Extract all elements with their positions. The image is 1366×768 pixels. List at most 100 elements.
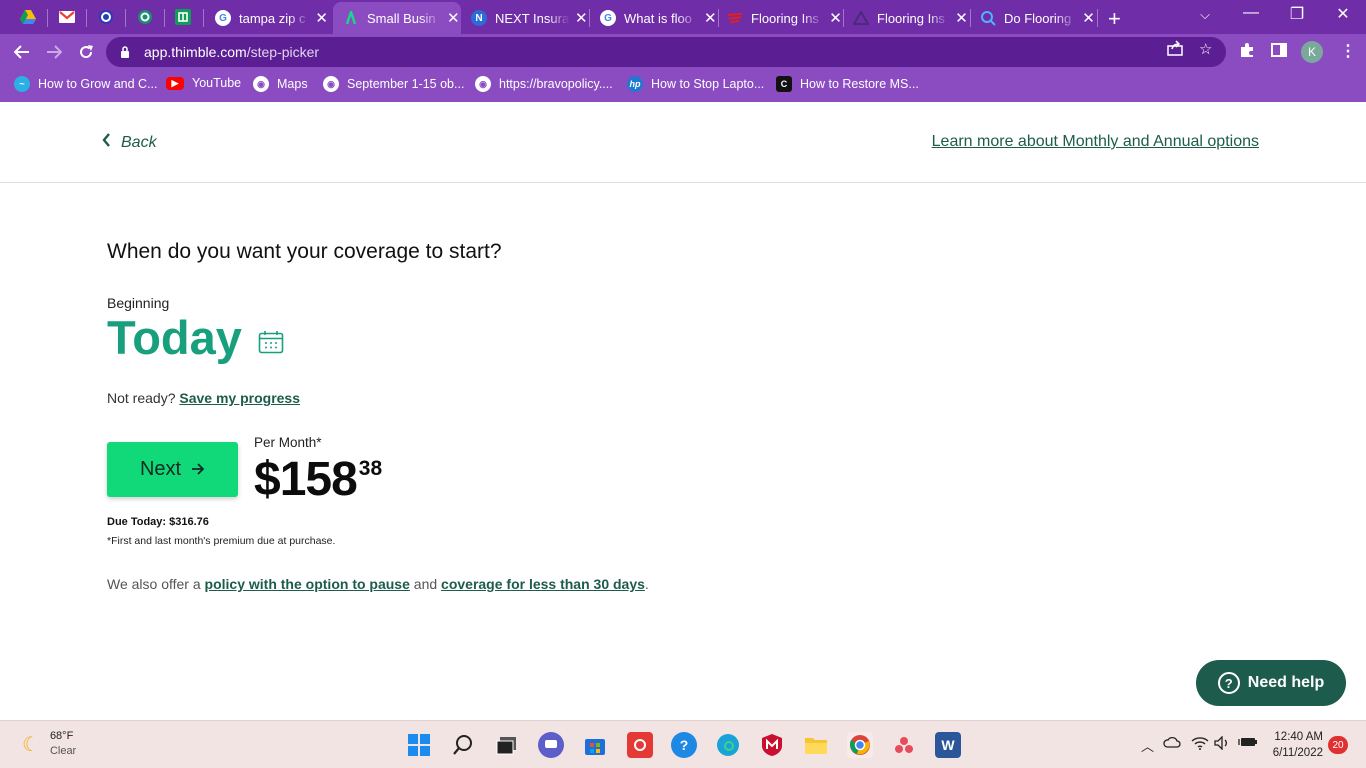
tab-do-flooring[interactable]: Do Flooring ✕ bbox=[972, 2, 1096, 34]
bookmark-label: How to Grow and C... bbox=[38, 77, 158, 91]
mcafee-icon[interactable] bbox=[759, 732, 785, 758]
minimize-button[interactable]: — bbox=[1228, 4, 1274, 22]
task-view-icon[interactable] bbox=[494, 732, 520, 758]
bookmark-item[interactable]: C How to Restore MS... bbox=[776, 76, 919, 92]
restore-button[interactable]: ❐ bbox=[1274, 4, 1320, 24]
need-help-label: Need help bbox=[1247, 674, 1325, 691]
extensions-icon[interactable] bbox=[1239, 42, 1255, 63]
taskbar: ☾ 68°F Clear ? W ︿ 12:40 AM 6/11/2022 20 bbox=[0, 720, 1366, 768]
edge-icon[interactable] bbox=[715, 732, 741, 758]
bookmark-item[interactable]: ◉ Maps bbox=[253, 76, 308, 92]
close-window-button[interactable]: ✕ bbox=[1320, 4, 1366, 24]
bookmark-item[interactable]: ◉ September 1-15 ob... bbox=[323, 76, 464, 92]
search-icon[interactable] bbox=[450, 732, 476, 758]
windows-start-icon[interactable] bbox=[406, 732, 432, 758]
close-icon[interactable]: ✕ bbox=[1081, 9, 1096, 27]
tab-what-is-flooring[interactable]: G What is floo ✕ bbox=[590, 2, 718, 34]
need-help-button[interactable]: ? Need help bbox=[1196, 660, 1346, 706]
bookmark-star-icon[interactable]: ☆ bbox=[1199, 40, 1212, 58]
wifi-icon[interactable] bbox=[1191, 736, 1209, 753]
close-icon[interactable]: ✕ bbox=[446, 9, 461, 27]
per-month-label: Per Month* bbox=[254, 435, 322, 450]
address-bar[interactable]: app.thimble.com/step-picker bbox=[106, 37, 1226, 67]
close-icon[interactable]: ✕ bbox=[954, 9, 969, 27]
pause-policy-link[interactable]: policy with the option to pause bbox=[205, 576, 410, 592]
weather-widget[interactable]: ☾ 68°F Clear bbox=[22, 729, 76, 759]
page-content: Back Learn more about Monthly and Annual… bbox=[0, 102, 1366, 720]
sheets-icon[interactable] bbox=[174, 8, 192, 26]
tab-small-business[interactable]: Small Busin ✕ bbox=[333, 2, 461, 34]
profile-avatar[interactable]: K bbox=[1301, 41, 1323, 63]
store-icon[interactable] bbox=[582, 732, 608, 758]
forward-arrow-icon[interactable] bbox=[42, 40, 66, 64]
page-title: When do you want your coverage to start? bbox=[107, 240, 502, 263]
lock-icon bbox=[121, 46, 129, 58]
tab-title: Do Flooring bbox=[1004, 10, 1072, 26]
chat-icon[interactable] bbox=[538, 732, 564, 758]
close-icon[interactable]: ✕ bbox=[314, 9, 329, 27]
google-drive-icon[interactable] bbox=[19, 8, 37, 26]
chrome-icon[interactable] bbox=[847, 732, 873, 758]
tab-search-chevron-icon[interactable]: ⌵ bbox=[1182, 7, 1228, 23]
tab-strip: G tampa zip c ✕ Small Busin ✕ N NEXT Ins… bbox=[0, 0, 1366, 34]
calendar-icon[interactable] bbox=[258, 330, 284, 354]
clock[interactable]: 12:40 AM 6/11/2022 bbox=[1268, 729, 1323, 761]
temperature: 68°F bbox=[49, 730, 74, 742]
close-icon[interactable]: ✕ bbox=[703, 9, 718, 27]
short-coverage-link[interactable]: coverage for less than 30 days bbox=[441, 576, 645, 592]
share-icon[interactable] bbox=[1167, 40, 1183, 60]
back-link[interactable]: Back bbox=[102, 133, 157, 152]
file-explorer-icon[interactable] bbox=[803, 732, 829, 758]
notification-badge[interactable]: 20 bbox=[1328, 736, 1348, 754]
tab-next-insurance[interactable]: N NEXT Insura ✕ bbox=[461, 2, 589, 34]
clock-time: 12:40 AM bbox=[1274, 731, 1323, 743]
tab-title: Flooring Ins bbox=[751, 10, 819, 26]
save-progress-link[interactable]: Save my progress bbox=[179, 390, 300, 406]
bookmark-item[interactable]: ~ How to Grow and C... bbox=[14, 76, 158, 92]
chevron-left-icon bbox=[102, 133, 111, 152]
tab-flooring-ins-1[interactable]: Flooring Ins ✕ bbox=[719, 2, 843, 34]
dots-app-icon[interactable] bbox=[891, 732, 917, 758]
tab-title: NEXT Insura bbox=[495, 10, 570, 26]
start-date-value[interactable]: Today bbox=[107, 310, 242, 365]
youtube-icon: ▶ bbox=[166, 76, 184, 90]
next-button[interactable]: Next bbox=[107, 442, 238, 497]
back-label: Back bbox=[121, 133, 157, 151]
close-icon[interactable]: ✕ bbox=[828, 9, 843, 27]
side-panel-icon[interactable] bbox=[1271, 42, 1287, 63]
volume-icon[interactable] bbox=[1214, 735, 1230, 753]
globe-icon: ◉ bbox=[475, 76, 491, 92]
office-app-icon[interactable] bbox=[627, 732, 653, 758]
bookmark-item[interactable]: ▶ YouTube bbox=[166, 76, 241, 90]
tab-flooring-ins-2[interactable]: Flooring Ins ✕ bbox=[845, 2, 969, 34]
bookmark-item[interactable]: hp How to Stop Lapto... bbox=[627, 76, 764, 92]
moon-icon: ☾ bbox=[22, 733, 40, 756]
arrow-right-icon bbox=[191, 459, 205, 480]
offer-mid: and bbox=[413, 576, 438, 592]
learn-more-link[interactable]: Learn more about Monthly and Annual opti… bbox=[932, 133, 1259, 151]
monthly-price: $158 38 bbox=[254, 452, 382, 507]
bookmark-label: YouTube bbox=[192, 76, 242, 90]
refresh-app-icon[interactable] bbox=[136, 8, 154, 26]
back-arrow-icon[interactable] bbox=[10, 40, 34, 64]
help-icon[interactable]: ? bbox=[671, 732, 697, 758]
due-today: Due Today: $316.76 bbox=[107, 516, 209, 528]
globe-icon: ◉ bbox=[253, 76, 269, 92]
circle-app-icon[interactable] bbox=[97, 8, 115, 26]
menu-icon[interactable]: ⋮ bbox=[1340, 41, 1356, 61]
bookmark-label: Maps bbox=[277, 77, 308, 91]
word-icon[interactable]: W bbox=[935, 732, 961, 758]
chevron-up-icon[interactable]: ︿ bbox=[1141, 736, 1154, 755]
c-site-icon: C bbox=[776, 76, 792, 92]
triangle-icon bbox=[853, 10, 869, 26]
bookmark-item[interactable]: ◉ https://bravopolicy.... bbox=[475, 76, 613, 92]
tab-tampa-zip[interactable]: G tampa zip c ✕ bbox=[205, 2, 329, 34]
battery-icon[interactable] bbox=[1238, 736, 1258, 751]
reload-icon[interactable] bbox=[74, 40, 98, 64]
price-dollars: $158 bbox=[254, 453, 358, 506]
close-icon[interactable]: ✕ bbox=[574, 9, 589, 27]
onedrive-icon[interactable] bbox=[1163, 736, 1181, 751]
new-tab-button[interactable]: + bbox=[1108, 6, 1121, 32]
gmail-icon[interactable] bbox=[58, 8, 76, 26]
price-cents: 38 bbox=[358, 457, 383, 480]
